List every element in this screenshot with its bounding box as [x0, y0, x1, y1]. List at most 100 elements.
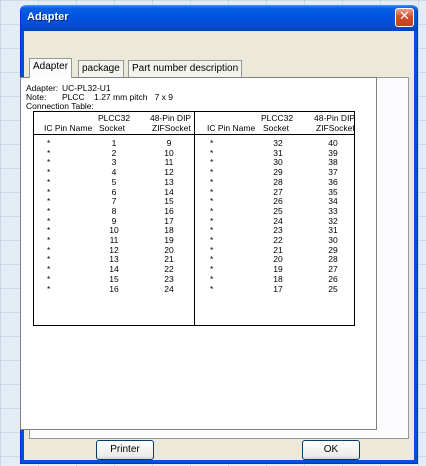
pin-name-left: * — [47, 283, 51, 294]
header-plcc32-right: PLCC32 — [261, 113, 294, 123]
socket-pin-left: 13 — [109, 254, 119, 265]
zif-pin-left: 9 — [166, 138, 172, 148]
zif-pin-right: 31 — [328, 225, 338, 236]
window-border-right — [414, 31, 417, 463]
zif-pin-left: 19 — [164, 235, 174, 245]
tab-part-number-description[interactable]: Part number description — [128, 60, 243, 77]
socket-pin-right: 25 — [273, 205, 283, 216]
pin-name-left: * — [47, 244, 51, 255]
pin-name-right: * — [210, 167, 214, 178]
socket-pin-right: 21 — [273, 244, 283, 255]
connection-table: PLCC32 48-Pin DIP IC Pin Name Socket ZIF… — [33, 111, 355, 326]
pin-name-right: * — [210, 244, 214, 255]
table-header-rule — [34, 134, 354, 135]
tab-adapter[interactable]: Adapter — [29, 58, 73, 78]
socket-pin-left: 6 — [111, 186, 117, 197]
socket-pin-right: 20 — [273, 254, 283, 265]
pin-name-right: * — [210, 254, 214, 265]
pin-name-left: * — [47, 254, 51, 265]
pin-name-left: * — [47, 147, 51, 158]
zif-pin-left: 14 — [164, 186, 174, 197]
header-zifsocket-left: ZIFSocket — [152, 123, 191, 133]
header-socket-right: Socket — [263, 123, 289, 133]
socket-pin-left: 15 — [109, 273, 119, 284]
header-ic-pin-name-right: IC Pin Name — [207, 123, 256, 133]
zif-pin-right: 32 — [328, 215, 338, 226]
socket-pin-left: 12 — [109, 244, 119, 255]
zif-pin-right: 27 — [328, 264, 338, 275]
pin-name-right: * — [210, 225, 214, 236]
title-bar[interactable]: Adapter ✕ — [21, 5, 417, 31]
connection-table-label: Connection Table: — [26, 101, 94, 111]
header-ic-pin-name-left: IC Pin Name — [44, 123, 93, 133]
socket-pin-right: 19 — [273, 264, 283, 275]
socket-pin-left: 14 — [109, 264, 119, 275]
socket-pin-right: 24 — [273, 215, 283, 226]
zif-pin-left: 13 — [164, 176, 174, 187]
header-socket-left: Socket — [99, 123, 125, 133]
zif-pin-right: 34 — [328, 196, 338, 207]
pin-name-left: * — [47, 215, 51, 226]
zif-pin-left: 20 — [164, 244, 174, 255]
socket-pin-right: 18 — [273, 273, 283, 284]
socket-pin-left: 7 — [111, 196, 117, 207]
zif-pin-left: 24 — [164, 283, 174, 294]
pin-name-right: * — [210, 215, 214, 226]
zif-pin-left: 15 — [164, 196, 174, 207]
socket-pin-right: 22 — [273, 235, 283, 245]
socket-pin-right: 32 — [273, 138, 283, 148]
pin-name-left: * — [47, 264, 51, 275]
pin-name-right: * — [210, 176, 214, 187]
pin-name-right: * — [210, 157, 214, 168]
header-plcc32-left: PLCC32 — [98, 113, 131, 123]
zif-pin-right: 26 — [328, 273, 338, 284]
zif-pin-left: 21 — [164, 254, 174, 265]
socket-pin-left: 11 — [109, 235, 119, 245]
zif-pin-right: 25 — [328, 283, 338, 294]
socket-pin-left: 5 — [111, 176, 117, 187]
tab-package[interactable]: package — [78, 60, 124, 77]
socket-pin-right: 28 — [273, 176, 283, 187]
window-title: Adapter — [27, 11, 69, 23]
zif-pin-left: 11 — [164, 157, 174, 168]
pin-name-left: * — [47, 176, 51, 187]
printer-button[interactable]: Printer — [96, 440, 154, 460]
pin-name-right: * — [210, 235, 214, 245]
socket-pin-left: 8 — [111, 205, 117, 216]
pin-name-left: * — [47, 157, 51, 168]
zif-pin-right: 40 — [328, 138, 338, 148]
zif-pin-left: 22 — [164, 264, 174, 275]
header-dip48-left: 48-Pin DIP — [150, 113, 192, 123]
adapter-info-sheet: Adapter: UC-PL32-U1 Note: PLCC 1.27 mm pit… — [20, 77, 377, 430]
zif-pin-right: 38 — [328, 157, 338, 168]
zif-pin-left: 10 — [164, 147, 174, 158]
pin-name-right: * — [210, 273, 214, 284]
socket-pin-right: 29 — [273, 167, 283, 178]
pin-name-right: * — [210, 138, 214, 148]
pin-name-left: * — [47, 205, 51, 216]
pin-name-left: * — [47, 167, 51, 178]
socket-pin-left: 16 — [109, 283, 119, 294]
zif-pin-right: 37 — [328, 167, 338, 178]
zif-pin-right: 30 — [328, 235, 338, 245]
zif-pin-right: 28 — [328, 254, 338, 265]
header-zifsocket-right: ZIFSocket — [316, 123, 355, 133]
zif-pin-right: 33 — [328, 205, 338, 216]
ok-button[interactable]: OK — [302, 440, 360, 460]
zif-pin-left: 16 — [164, 205, 174, 216]
zif-pin-right: 36 — [328, 176, 338, 187]
adapter-info: Adapter: UC-PL32-U1 Note: PLCC 1.27 mm pit… — [26, 84, 173, 111]
socket-pin-left: 2 — [111, 147, 117, 158]
socket-pin-right: 27 — [273, 186, 283, 197]
zif-pin-right: 35 — [328, 186, 338, 197]
zif-pin-left: 18 — [164, 225, 174, 236]
zif-pin-left: 17 — [164, 215, 174, 226]
close-icon[interactable]: ✕ — [395, 8, 414, 27]
zif-pin-right: 29 — [328, 244, 338, 255]
pin-name-left: * — [47, 196, 51, 207]
pin-name-right: * — [210, 186, 214, 197]
socket-pin-left: 1 — [111, 138, 117, 148]
socket-pin-right: 26 — [273, 196, 283, 207]
pin-name-right: * — [210, 205, 214, 216]
header-dip48-right: 48-Pin DIP — [314, 113, 356, 123]
